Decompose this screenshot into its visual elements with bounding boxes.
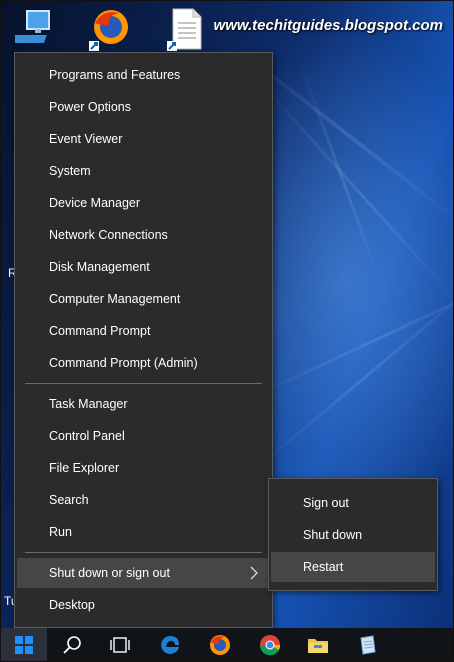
menu-item-shut-down-or-sign-out[interactable]: Shut down or sign out: [17, 558, 270, 588]
shutdown-submenu: Sign out Shut down Restart: [268, 478, 438, 591]
menu-item-desktop[interactable]: Desktop: [17, 590, 270, 620]
notepad-icon: [360, 634, 376, 655]
search-icon: [63, 635, 81, 654]
chevron-right-icon: [250, 566, 258, 580]
menu-item-event-viewer[interactable]: Event Viewer: [17, 124, 270, 154]
task-view-button[interactable]: [97, 628, 143, 661]
file-explorer-button[interactable]: [295, 628, 341, 661]
menu-item-computer-management[interactable]: Computer Management: [17, 284, 270, 314]
submenu-item-sign-out[interactable]: Sign out: [271, 488, 435, 518]
task-view-icon: [110, 636, 130, 653]
menu-item-command-prompt-admin[interactable]: Command Prompt (Admin): [17, 348, 270, 378]
taskbar: [1, 628, 453, 661]
file-explorer-icon: [308, 638, 328, 653]
menu-item-label: Shut down or sign out: [49, 566, 170, 580]
start-button[interactable]: [1, 628, 47, 661]
edge-icon: [161, 635, 179, 654]
start-icon: [15, 635, 33, 654]
menu-item-system[interactable]: System: [17, 156, 270, 186]
menu-divider: [25, 383, 262, 384]
menu-item-power-options[interactable]: Power Options: [17, 92, 270, 122]
menu-item-run[interactable]: Run: [17, 517, 270, 547]
menu-item-disk-management[interactable]: Disk Management: [17, 252, 270, 282]
watermark-text: www.techitguides.blogspot.com: [213, 17, 443, 34]
menu-item-device-manager[interactable]: Device Manager: [17, 188, 270, 218]
menu-item-task-manager[interactable]: Task Manager: [17, 389, 270, 419]
firefox-shortcut-icon[interactable]: [87, 7, 133, 56]
firefox-icon: [210, 634, 230, 655]
submenu-item-shut-down[interactable]: Shut down: [271, 520, 435, 550]
menu-divider: [25, 552, 262, 553]
power-user-menu: Programs and Features Power Options Even…: [14, 52, 273, 628]
menu-item-control-panel[interactable]: Control Panel: [17, 421, 270, 451]
computer-icon[interactable]: [5, 7, 61, 54]
menu-item-search[interactable]: Search: [17, 485, 270, 515]
edge-button[interactable]: [147, 628, 193, 661]
search-button[interactable]: [49, 628, 95, 661]
wallpaper-beam: [298, 61, 384, 288]
notepad-button[interactable]: [345, 628, 391, 661]
wallpaper-beam: [251, 278, 453, 474]
submenu-item-restart[interactable]: Restart: [271, 552, 435, 582]
menu-item-programs-and-features[interactable]: Programs and Features: [17, 60, 270, 90]
firefox-button[interactable]: [197, 628, 243, 661]
menu-item-command-prompt[interactable]: Command Prompt: [17, 316, 270, 346]
chrome-button[interactable]: [247, 628, 293, 661]
menu-item-file-explorer[interactable]: File Explorer: [17, 453, 270, 483]
menu-item-network-connections[interactable]: Network Connections: [17, 220, 270, 250]
chrome-icon: [260, 634, 281, 655]
document-shortcut-icon[interactable]: [165, 7, 205, 56]
